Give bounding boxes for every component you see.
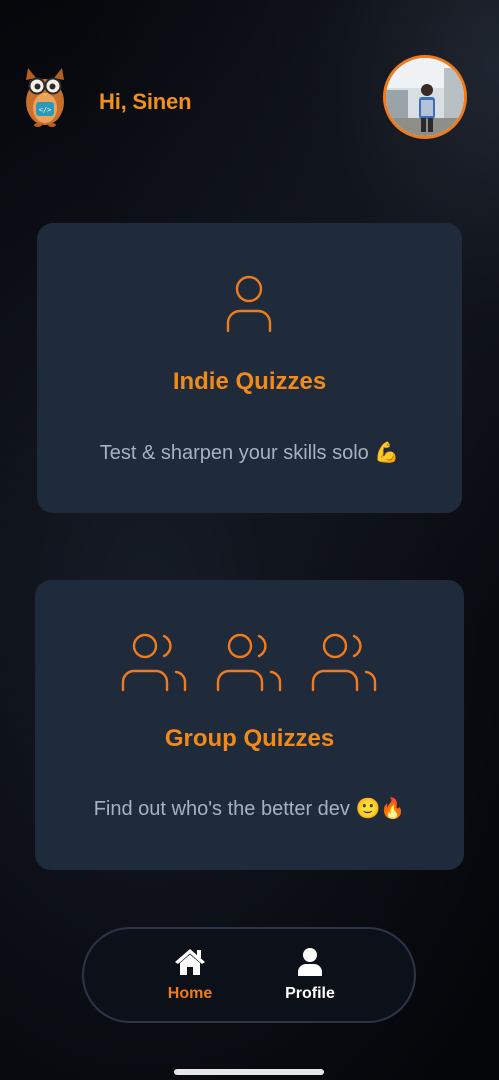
user-avatar[interactable]	[383, 55, 467, 139]
nav-label-profile: Profile	[285, 985, 335, 1002]
users-icon	[311, 633, 377, 692]
person-icon	[226, 275, 272, 333]
group-quizzes-card[interactable]: Group Quizzes Find out who's the better …	[35, 580, 464, 870]
group-quizzes-description: Find out who's the better dev 🙂🔥	[93, 798, 406, 820]
indie-quizzes-title: Indie Quizzes	[172, 368, 327, 395]
indie-quizzes-description: Test & sharpen your skills solo 💪	[99, 442, 400, 464]
group-quizzes-title: Group Quizzes	[164, 725, 335, 752]
nav-item-home[interactable]: Home	[145, 947, 235, 1003]
app-header: </> Hi, Sinen	[0, 0, 499, 190]
bottom-nav: Home Profile	[82, 927, 416, 1023]
home-icon	[175, 949, 205, 975]
nav-label-home: Home	[167, 985, 213, 1002]
indie-quizzes-card[interactable]: Indie Quizzes Test & sharpen your skills…	[37, 223, 462, 513]
svg-text:</>: </>	[39, 106, 52, 114]
nav-item-profile[interactable]: Profile	[265, 947, 355, 1003]
user-icon	[298, 948, 322, 976]
group-icons	[35, 630, 464, 692]
home-indicator[interactable]	[174, 1069, 324, 1075]
avatar-photo	[386, 58, 464, 136]
users-icon	[216, 633, 282, 692]
greeting-text: Hi, Sinen	[99, 89, 192, 114]
owl-logo-icon: </>	[26, 68, 64, 127]
users-icon	[121, 633, 187, 692]
